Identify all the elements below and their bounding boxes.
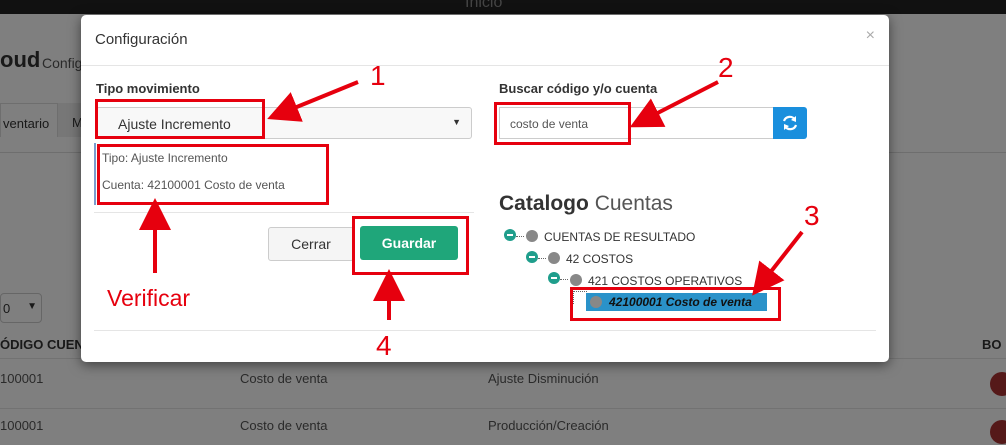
- modal-title: Configuración: [95, 31, 188, 48]
- annotation-box-1: [95, 99, 265, 139]
- catalogo-title-rest: Cuentas: [594, 192, 673, 215]
- tree-node-icon: [526, 230, 538, 242]
- catalogo-title: Catalogo Cuentas: [499, 192, 673, 216]
- tipo-movimiento-label: Tipo movimiento: [96, 81, 200, 96]
- annotation-box-3: [570, 287, 781, 321]
- tree-node-icon: [548, 252, 560, 264]
- close-icon[interactable]: ×: [866, 27, 875, 45]
- annotation-verificar: Verificar: [107, 285, 191, 311]
- tree-connector: [560, 279, 568, 280]
- modal-header: Configuración ×: [81, 15, 889, 66]
- annotation-box-verificar: [97, 144, 329, 205]
- tree-collapse-icon[interactable]: [548, 272, 560, 284]
- annotation-number-1: 1: [370, 60, 386, 91]
- tree-connector: [538, 258, 546, 259]
- annotation-box-2: [494, 102, 631, 145]
- tree-node-cuentas-resultado[interactable]: CUENTAS DE RESULTADO: [544, 230, 695, 244]
- annotation-box-4: [352, 216, 469, 275]
- tree-collapse-icon[interactable]: [526, 251, 538, 263]
- tree-connector: [516, 236, 524, 237]
- annotation-number-4: 4: [376, 330, 392, 361]
- annotation-number-3: 3: [804, 200, 820, 231]
- tree-node-icon: [570, 274, 582, 286]
- tree-collapse-icon[interactable]: [504, 229, 516, 241]
- tree-node-42-costos[interactable]: 42 COSTOS: [566, 252, 633, 266]
- annotation-number-2: 2: [718, 52, 734, 83]
- caret-down-icon: ▼: [452, 117, 461, 127]
- refresh-button[interactable]: [773, 107, 807, 139]
- catalogo-title-bold: Catalogo: [499, 192, 589, 215]
- divider: [94, 212, 474, 213]
- refresh-icon: [782, 115, 798, 131]
- buscar-label: Buscar código y/o cuenta: [499, 81, 658, 96]
- tree-node-421-costos-operativos[interactable]: 421 COSTOS OPERATIVOS: [588, 274, 742, 288]
- divider: [94, 330, 876, 331]
- cerrar-button[interactable]: Cerrar: [268, 227, 354, 261]
